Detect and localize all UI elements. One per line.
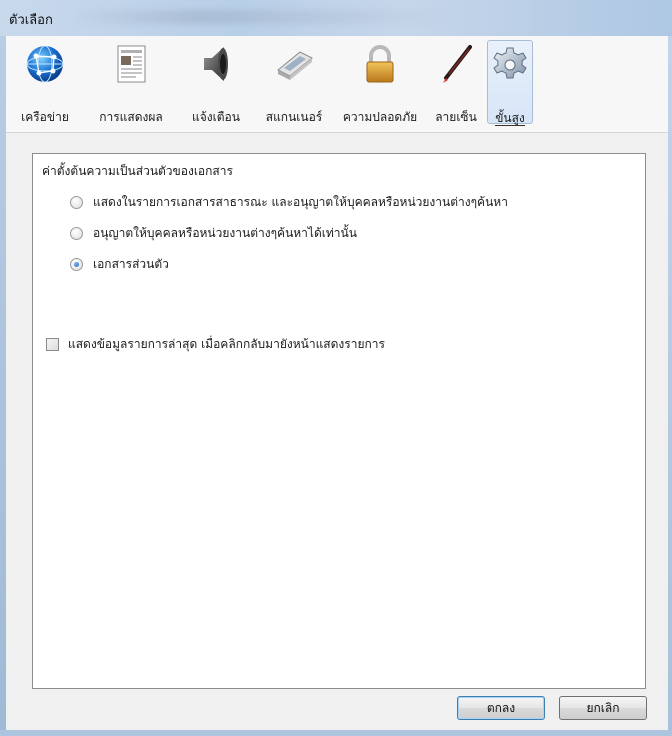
title-bar[interactable]: ตัวเลือก [0, 0, 672, 36]
title-bar-glass [70, 10, 450, 24]
tab-signature[interactable]: ลายเซ็น [426, 40, 486, 124]
tab-signature-label: ลายเซ็น [435, 110, 477, 124]
radio-searchable[interactable] [70, 227, 83, 240]
tab-scanner-label: สแกนเนอร์ [265, 110, 323, 124]
cancel-button[interactable]: ยกเลิก [559, 696, 647, 720]
window-title: ตัวเลือก [9, 13, 53, 28]
preferences-toolbar: เครือข่าย การแสดงผล แจ้งเตือน สแกนเนอร์ … [6, 36, 668, 133]
privacy-option-private[interactable]: เอกสารส่วนตัว [70, 255, 169, 274]
tab-display-label: การแสดงผล [99, 110, 163, 124]
pen-icon [443, 45, 472, 83]
privacy-option-searchable[interactable]: อนุญาตให้บุคคลหรือหน่วยงานต่างๆค้นหาได้เ… [70, 224, 357, 243]
ok-button[interactable]: ตกลง [457, 696, 545, 720]
dialog-client-area: เครือข่าย การแสดงผล แจ้งเตือน สแกนเนอร์ … [6, 36, 668, 730]
window-bottom-border [0, 730, 672, 736]
recent-items-checkbox[interactable] [46, 338, 59, 351]
radio-private[interactable] [70, 258, 83, 271]
privacy-heading: ค่าตั้งต้นความเป็นส่วนตัวของเอกสาร [42, 164, 233, 178]
display-document-icon [117, 45, 146, 83]
privacy-option-public[interactable]: แสดงในรายการเอกสารสาธารณะ และอนุญาตให้บุ… [70, 193, 508, 212]
privacy-option-searchable-label: อนุญาตให้บุคคลหรือหน่วยงานต่างๆค้นหาได้เ… [93, 226, 357, 240]
gear-icon [493, 47, 527, 79]
tab-display[interactable]: การแสดงผล [86, 40, 176, 124]
padlock-icon [366, 45, 394, 83]
recent-items-label: แสดงข้อมูลรายการล่าสุด เมื่อคลิกกลับมายั… [68, 337, 385, 351]
privacy-option-public-label: แสดงในรายการเอกสารสาธารณะ และอนุญาตให้บุ… [93, 195, 508, 209]
tab-advanced-label: ขั้นสูง [495, 111, 525, 126]
advanced-settings-panel: ค่าตั้งต้นความเป็นส่วนตัวของเอกสาร แสดงใ… [32, 153, 646, 689]
recent-items-option[interactable]: แสดงข้อมูลรายการล่าสุด เมื่อคลิกกลับมายั… [46, 335, 385, 354]
window-right-border [668, 36, 672, 736]
tab-network[interactable]: เครือข่าย [6, 40, 84, 124]
radio-public[interactable] [70, 196, 83, 209]
tab-security[interactable]: ความปลอดภัย [334, 40, 426, 124]
tab-notifications[interactable]: แจ้งเตือน [178, 40, 254, 124]
tab-notifications-label: แจ้งเตือน [192, 110, 240, 124]
tab-network-label: เครือข่าย [21, 110, 69, 124]
network-globe-icon [26, 45, 64, 83]
options-dialog: ตัวเลือก เครือข่าย การแสดงผล แจ้งเตือน ส… [0, 0, 672, 736]
scanner-icon [277, 51, 313, 80]
tab-scanner[interactable]: สแกนเนอร์ [256, 40, 332, 124]
speaker-icon [204, 47, 228, 81]
privacy-option-private-label: เอกสารส่วนตัว [93, 257, 169, 271]
tab-advanced[interactable]: ขั้นสูง [487, 40, 533, 126]
tab-security-label: ความปลอดภัย [342, 110, 418, 124]
